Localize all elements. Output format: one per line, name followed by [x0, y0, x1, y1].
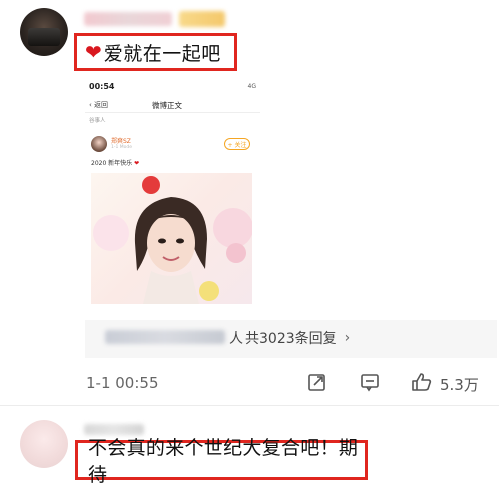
- reply-count: 共3023条回复: [245, 331, 337, 347]
- share-icon[interactable]: [307, 372, 327, 392]
- like-icon[interactable]: [411, 372, 433, 392]
- blurred-replier-names: [105, 330, 225, 344]
- comment-text: 不会真的来个世纪大复合吧！期待: [88, 437, 359, 483]
- embedded-screenshot: 00:54 4G ‹ 返回 微博正文 谷事人 郑爽SZ 1-1 Mode + 关…: [85, 78, 260, 314]
- follow-button: + 关注: [224, 138, 250, 150]
- comment-icon[interactable]: [360, 372, 380, 392]
- status-signal: 4G: [247, 83, 256, 90]
- like-count: 5.3万: [440, 376, 479, 394]
- poster-name: 郑爽SZ: [111, 138, 131, 145]
- blurred-username: [84, 12, 172, 26]
- poster-meta: 1-1 Mode: [111, 145, 133, 150]
- portrait-photo: [91, 173, 252, 304]
- back-button: ‹ 返回: [89, 101, 109, 109]
- divider: [0, 405, 499, 406]
- reply-suffix: 人: [229, 331, 243, 347]
- heart-icon: ❤: [85, 40, 102, 64]
- comment-date: 1-1 00:55: [86, 374, 159, 392]
- post-text: 2020 新年快乐 ❤: [91, 160, 140, 167]
- comment-text: 爱就在一起吧: [103, 42, 221, 65]
- status-time: 00:54: [89, 82, 115, 91]
- divider: [85, 112, 260, 113]
- reply-summary-link[interactable]: 人 共3023条回复 ›: [229, 328, 350, 348]
- user-avatar[interactable]: [20, 420, 68, 468]
- user-avatar[interactable]: [20, 8, 68, 56]
- highlighted-comment-2: 不会真的来个世纪大复合吧！期待: [75, 437, 368, 483]
- highlighted-comment-1: ❤ 爱就在一起吧: [74, 33, 237, 71]
- chevron-right-icon: ›: [344, 330, 351, 346]
- portrait-illustration: [93, 176, 252, 304]
- avatar-image: [28, 28, 60, 46]
- subheader: 谷事人: [89, 118, 106, 124]
- page-title: 微博正文: [152, 101, 182, 110]
- blurred-badge: [179, 11, 225, 27]
- poster-avatar: [91, 136, 107, 152]
